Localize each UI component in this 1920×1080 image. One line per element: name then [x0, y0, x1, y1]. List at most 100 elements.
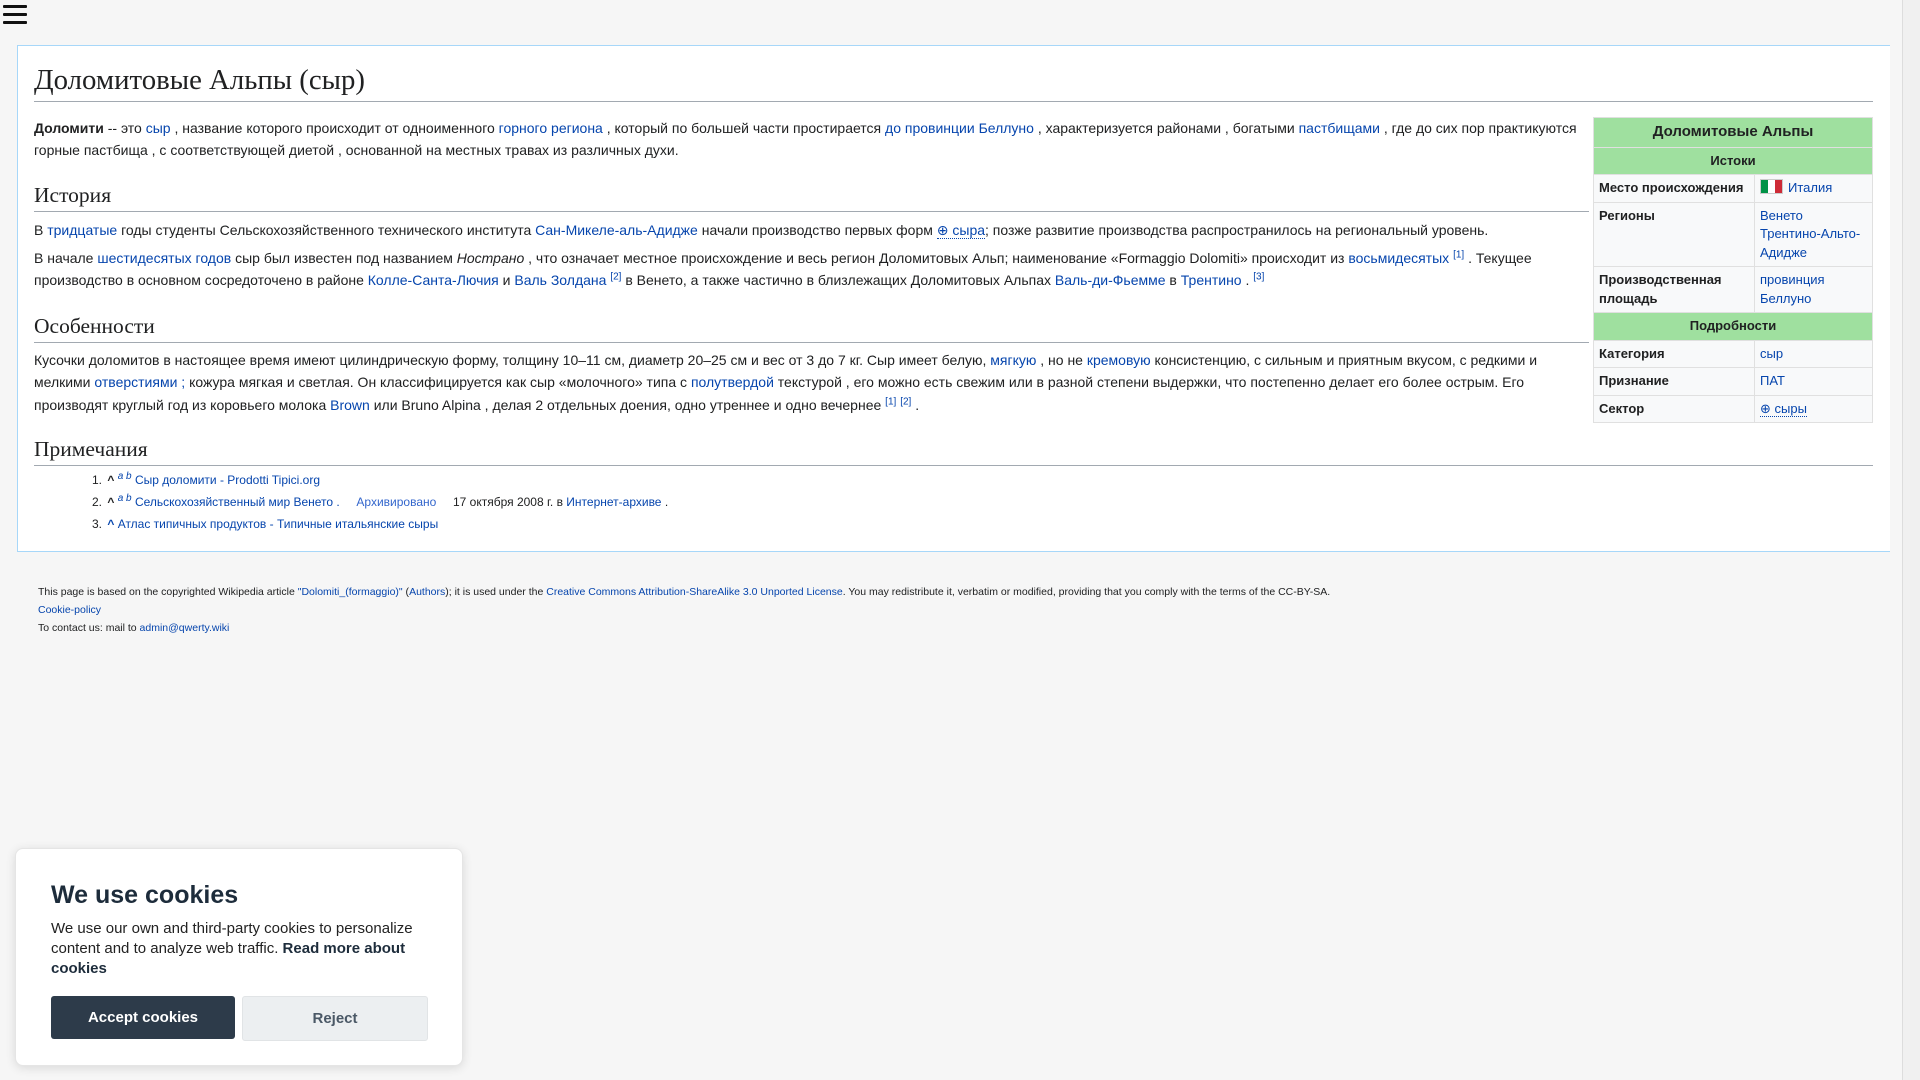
license-link[interactable]: Creative Commons Attribution-ShareAlike … [546, 586, 842, 598]
reject-cookies-button[interactable]: Reject [242, 996, 428, 1041]
link-cheese-wikidata[interactable]: ⊕ сыра [936, 222, 986, 239]
internet-archive-link[interactable]: Интернет-архиве [566, 495, 661, 509]
intro-text: , название которого происходит от одноим… [170, 120, 499, 136]
infobox-label-category: Категория [1593, 339, 1755, 368]
text: В начале [34, 250, 98, 266]
article-content: Доломитовые Альпы (сыр) Доломити -- это … [17, 45, 1890, 552]
link-brown[interactable]: Brown [330, 397, 370, 413]
scrollbar[interactable] [1902, 0, 1920, 1080]
infobox-value-category: сыр [1754, 339, 1873, 368]
link-sector-cheeses[interactable]: ⊕ сыры [1760, 400, 1807, 417]
text: или Bruno Alpina , делая 2 отдельных дое… [369, 396, 886, 413]
reference-link[interactable]: Атлас типичных продуктов - Типичные итал… [118, 517, 438, 531]
text: To contact us: mail to [38, 622, 140, 634]
infobox-value-area: провинция Беллуно [1754, 266, 1873, 313]
authors-link[interactable]: Authors [409, 586, 445, 598]
reference-link[interactable]: Сельскохозяйственный мир Венето . [135, 495, 340, 509]
link-holes[interactable]: отверстиями ; [94, 374, 185, 390]
infobox: Доломитовые Альпы Истоки Место происхожд… [1593, 117, 1873, 423]
link-italy[interactable]: Италия [1788, 180, 1832, 195]
link-belluno[interactable]: провинция Беллуно [1760, 272, 1825, 306]
citation-1[interactable]: [1] [885, 396, 896, 407]
link-creamy[interactable]: кремовую [1087, 352, 1151, 368]
reference-link[interactable]: Сыр доломити - Prodotti Tipici.org [135, 473, 320, 487]
email-link[interactable]: admin@qwerty.wiki [140, 622, 230, 634]
link-label: сыра [952, 222, 986, 238]
infobox-label-recognition: Признание [1593, 367, 1755, 396]
link-eighties[interactable]: восьмидесятых [1348, 250, 1449, 266]
link-trentino-alto-adige[interactable]: Трентино-Альто-Адидже [1760, 226, 1860, 260]
reference-number: 1. [91, 473, 102, 487]
plus-circle-icon: ⊕ [1760, 400, 1771, 416]
link-soft[interactable]: мягкую [990, 352, 1036, 368]
link-thirties[interactable]: тридцатые [47, 222, 117, 238]
license-notice: This page is based on the copyrighted Wi… [38, 583, 1330, 601]
link-category-cheese[interactable]: сыр [1760, 346, 1783, 361]
backlink-letters: a b [117, 471, 132, 482]
infobox-label-area: Производственная площадь [1593, 266, 1755, 313]
link-colle-santa-lucia[interactable]: Колле-Санта-Лючия [368, 272, 499, 288]
cookie-consent-dialog: We use cookies We use our own and third-… [15, 848, 463, 1066]
archived-link[interactable]: Архивировано [356, 495, 436, 509]
text: кожура мягкая и светлая. Он классифициру… [185, 374, 691, 391]
reference-number: 3. [91, 517, 102, 531]
link-belluno-province[interactable]: до провинции Беллуно [885, 120, 1034, 136]
cookie-policy-link[interactable]: Cookie-policy [38, 604, 101, 616]
cookie-text: We use our own and third-party cookies t… [51, 919, 421, 979]
infobox-label-sector: Сектор [1593, 394, 1755, 423]
text: ; позже развитие производства распростра… [985, 222, 1489, 238]
infobox-section-origins: Истоки [1593, 146, 1873, 175]
history-paragraph-1: В тридцатые годы студенты Сельскохозяйст… [34, 219, 1589, 241]
infobox-label-regions: Регионы [1593, 201, 1755, 267]
citation-2[interactable]: [2] [900, 396, 911, 407]
article-link[interactable]: "Dolomiti_(formaggio)" [298, 586, 403, 598]
link-pat[interactable]: ПАТ [1760, 373, 1785, 388]
contact-line: To contact us: mail to admin@qwerty.wiki [38, 619, 1330, 637]
hamburger-menu-icon[interactable] [3, 5, 27, 25]
text: ); it is used under the [445, 586, 547, 598]
link-pastures[interactable]: пастбищами [1299, 120, 1380, 136]
text: и [498, 272, 515, 289]
link-mountain-region[interactable]: горного региона [499, 120, 603, 136]
citation-2[interactable]: [2] [610, 272, 621, 283]
intro-text: , характеризуется районами , богатыми [1033, 120, 1299, 136]
section-heading-features: Особенности [34, 313, 1589, 343]
reference-item: 3. ^ Атлас типичных продуктов - Типичные… [78, 513, 668, 535]
cookie-title: We use cookies [51, 881, 239, 909]
infobox-value-regions: Венето Трентино-Альто-Адидже [1754, 201, 1873, 267]
text: . [664, 495, 669, 509]
backlink-caret[interactable]: ^ [107, 517, 114, 531]
page-title: Доломитовые Альпы (сыр) [34, 62, 1873, 103]
backlinks-ab[interactable]: a b [118, 471, 132, 482]
link-san-michele[interactable]: Сан-Микеле-аль-Адидже [535, 222, 698, 238]
link-trentino[interactable]: Трентино [1181, 272, 1242, 288]
backlinks-ab[interactable]: a b [118, 493, 132, 504]
link-val-di-fiemme[interactable]: Валь-ди-Фьемме [1055, 272, 1166, 288]
text: В [34, 222, 48, 238]
reference-item: 2. ^ a b Сельскохозяйственный мир Венето… [78, 491, 668, 513]
text: в Венето, а также частично в близлежащих… [621, 272, 1055, 289]
link-veneto[interactable]: Венето [1760, 208, 1803, 223]
infobox-section-details: Подробности [1593, 312, 1873, 341]
link-val-zoldana[interactable]: Валь Золдана [514, 272, 606, 288]
intro-text: , который по большей части простирается [602, 120, 886, 136]
footer: This page is based on the copyrighted Wi… [38, 583, 1330, 637]
text: This page is based on the copyrighted Wi… [38, 586, 298, 598]
link-cheese[interactable]: сыр [146, 120, 171, 136]
link-semi-hard[interactable]: полутвердой [691, 374, 774, 390]
section-heading-history: История [34, 182, 1589, 212]
link-sixties[interactable]: шестидесятых годов [97, 250, 231, 266]
archive-date: 17 октября 2008 г. в [452, 495, 563, 509]
accept-cookies-button[interactable]: Accept cookies [51, 996, 235, 1039]
text: начали производство первых форм [697, 222, 937, 238]
backlink-caret[interactable]: ^ [107, 473, 114, 487]
citation-1[interactable]: [1] [1453, 249, 1464, 260]
backlink-caret[interactable]: ^ [107, 495, 114, 509]
citation-3[interactable]: [3] [1253, 272, 1264, 283]
text: . [911, 396, 920, 413]
infobox-value-recognition: ПАТ [1754, 367, 1873, 396]
text: . [1241, 272, 1254, 289]
top-bar [0, 0, 1920, 28]
italic-term: Нострано [456, 250, 525, 266]
text: сыр был известен под названием [231, 250, 457, 266]
